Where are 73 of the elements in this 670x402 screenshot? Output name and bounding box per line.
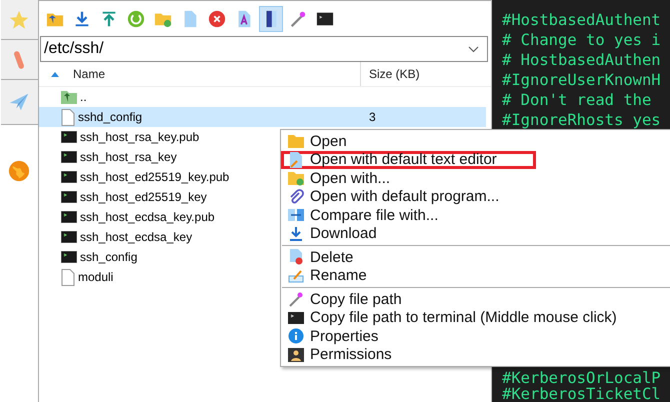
document-icon xyxy=(61,268,75,286)
terminal-icon xyxy=(61,231,77,243)
toolbar-button[interactable] xyxy=(259,6,283,32)
chevron-down-icon xyxy=(468,46,479,52)
user-icon xyxy=(288,346,304,363)
terminal-icon xyxy=(61,251,77,263)
info-icon xyxy=(288,328,304,344)
file-name: ssh_host_ed25519_key.pub xyxy=(80,170,230,184)
menu-item[interactable]: Rename xyxy=(281,266,536,285)
file-name: sshd_config xyxy=(78,110,142,124)
menu-item[interactable]: Open xyxy=(281,132,536,150)
file-name: ssh_host_ed25519_key xyxy=(80,190,207,204)
send-button[interactable] xyxy=(0,80,38,125)
favorites-button[interactable] xyxy=(0,0,38,40)
file-row[interactable]: sshd_config 3 xyxy=(39,107,486,127)
refresh-icon xyxy=(127,10,145,28)
file-name: ssh_host_rsa_key.pub xyxy=(80,130,200,144)
terminal-line: # Change to yes i xyxy=(502,30,662,50)
menu-item[interactable]: Open with default program... xyxy=(281,188,536,206)
delete-file-icon xyxy=(288,249,304,266)
menu-item[interactable]: Download xyxy=(281,224,536,243)
column-header[interactable]: Size (KB) xyxy=(361,67,420,81)
menu-item[interactable]: Open with default text editor xyxy=(281,150,536,169)
terminal-icon xyxy=(61,171,77,183)
sort-ascending-icon xyxy=(51,72,59,76)
paperclip-icon xyxy=(288,188,304,205)
terminal-icon xyxy=(61,211,77,223)
file-row[interactable]: .. xyxy=(39,87,486,107)
file-name: ssh_host_ecdsa_key.pub xyxy=(80,210,215,224)
compare-icon xyxy=(288,207,304,224)
menu-item[interactable]: Copy file path to terminal (Middle mouse click) xyxy=(281,308,624,327)
terminal-line: #KerberosTicketCl xyxy=(502,386,662,402)
column-header[interactable]: Name xyxy=(39,62,361,86)
file-name: moduli xyxy=(78,270,114,284)
star-icon xyxy=(8,8,30,30)
file-name: ssh_host_ecdsa_key xyxy=(80,230,192,244)
edit-file-icon xyxy=(288,152,304,168)
terminal-line: #HostbasedAuthent xyxy=(502,10,662,30)
terminal-icon xyxy=(288,310,304,326)
menu-item[interactable]: Open with... xyxy=(281,169,536,188)
globe-icon[interactable] xyxy=(8,160,30,182)
terminal-icon xyxy=(316,10,334,28)
file-size: 3 xyxy=(369,110,376,124)
terminal-line: # Don't read the xyxy=(502,90,652,110)
paper-plane-icon xyxy=(7,91,31,113)
download-icon xyxy=(73,10,91,28)
menu-item[interactable]: Compare file with... xyxy=(281,206,536,224)
menu-item[interactable]: Permissions xyxy=(281,346,536,364)
terminal-icon xyxy=(61,151,77,163)
folder-icon xyxy=(288,133,304,150)
file-name: ssh_config xyxy=(80,250,138,264)
download-icon xyxy=(288,226,304,242)
tools-button[interactable] xyxy=(0,40,38,80)
terminal-line: # HostbasedAuthen xyxy=(502,50,662,70)
terminal-line: #KerberosOrLocalP xyxy=(502,370,662,386)
terminal-line: #IgnoreRhosts yes xyxy=(502,110,662,130)
path-field[interactable]: /etc/ssh/ xyxy=(40,36,488,62)
parent-folder-icon xyxy=(61,90,77,104)
terminal-icon xyxy=(61,131,77,143)
wand-icon xyxy=(289,10,307,28)
document-icon xyxy=(61,108,75,126)
wand-icon xyxy=(288,291,304,308)
delete-icon xyxy=(208,10,226,28)
file-name: ssh_host_rsa_key xyxy=(80,150,177,164)
menu-item[interactable]: Copy file path xyxy=(281,290,536,308)
terminal-icon xyxy=(61,191,77,203)
folder-add-icon xyxy=(288,170,304,186)
rename-icon xyxy=(288,268,304,284)
upload-icon xyxy=(100,10,118,28)
file-name: .. xyxy=(80,90,87,104)
menu-item[interactable]: Delete xyxy=(281,248,536,266)
menu-item[interactable]: Properties xyxy=(281,327,536,346)
terminal-line: #IgnoreUserKnownH xyxy=(502,70,662,90)
